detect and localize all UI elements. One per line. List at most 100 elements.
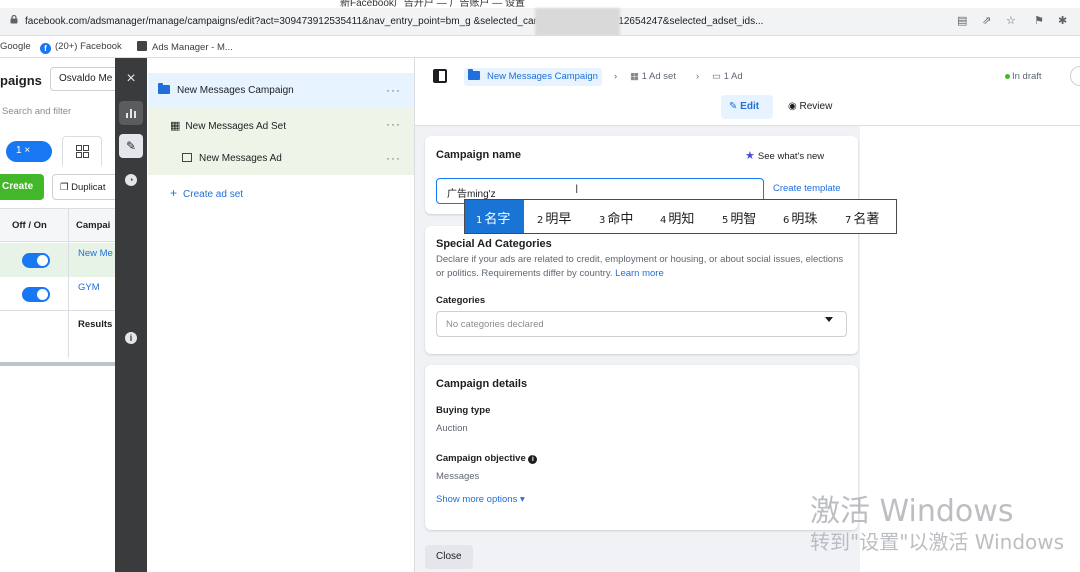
grid-icon: [76, 145, 89, 158]
filter-pill[interactable]: 1 ×: [6, 141, 52, 162]
create-adset-text: Create ad set: [183, 189, 244, 200]
ime-candidate-number: 6: [783, 215, 790, 226]
tree-campaign-label[interactable]: New Messages Campaign: [158, 83, 294, 96]
tab-review[interactable]: ◉ Review: [788, 101, 832, 112]
ime-candidate-number: 4: [660, 215, 667, 226]
pencil-icon[interactable]: ✎: [119, 134, 143, 158]
campaigns-title: paigns: [0, 73, 42, 88]
campaign-objective-value: Messages: [436, 471, 480, 482]
see-whats-new-text: See what's new: [757, 151, 825, 162]
plus-icon: +: [170, 186, 178, 200]
more-icon[interactable]: ···: [386, 151, 401, 165]
folder-icon: [158, 83, 170, 94]
campaign-objective-label: Campaign objective i: [436, 453, 538, 464]
tree-ad-label[interactable]: New Messages Ad: [182, 153, 282, 164]
windows-activation-watermark: 激活 Windows: [810, 494, 1014, 529]
draft-status-dot: [1005, 74, 1010, 79]
star-icon[interactable]: ☆: [1006, 14, 1016, 27]
account-selector[interactable]: Osvaldo Me: [50, 67, 120, 91]
ime-candidate[interactable]: 6 明珠: [783, 208, 817, 227]
close-icon[interactable]: ×: [115, 64, 147, 94]
lock-icon: [10, 15, 18, 24]
info-icon[interactable]: i: [528, 455, 538, 464]
chart-icon[interactable]: [119, 101, 143, 125]
bookmark-google[interactable]: Google: [0, 41, 31, 52]
ime-candidate[interactable]: 2 明早: [537, 208, 571, 227]
bookmark-ads-manager-label: Ads Manager - M...: [152, 42, 233, 53]
ime-candidate-text: 明智: [730, 212, 757, 227]
col-campaign[interactable]: Campai: [76, 220, 110, 231]
see-whats-new-link[interactable]: ★ See what's new: [745, 149, 824, 162]
show-more-options-link[interactable]: Show more options ▾: [436, 494, 525, 505]
special-categories-title: Special Ad Categories: [436, 238, 552, 250]
create-adset-link[interactable]: + Create ad set: [170, 186, 243, 200]
url-text[interactable]: facebook.com/adsmanager/manage/campaigns…: [25, 16, 955, 27]
buying-type-value: Auction: [436, 423, 468, 434]
campaign-link[interactable]: New Me: [78, 248, 113, 259]
ime-candidate[interactable]: 3 命中: [599, 208, 633, 227]
ime-candidate-text: 名著: [853, 212, 880, 227]
tree-campaign-text: New Messages Campaign: [177, 85, 294, 96]
bookmark-facebook-label: (20+) Facebook: [55, 41, 122, 52]
close-button[interactable]: Close: [425, 545, 473, 569]
translate-icon[interactable]: ▤: [957, 14, 967, 27]
campaign-details-title: Campaign details: [436, 378, 528, 390]
chevron-right-icon: ›: [614, 71, 618, 82]
learn-more-link[interactable]: Learn more: [615, 268, 664, 279]
tree-adset-label[interactable]: ▦ New Messages Ad Set: [170, 119, 286, 132]
star-icon: ★: [745, 150, 758, 162]
share-icon[interactable]: ⇗: [982, 14, 991, 27]
chevron-right-icon: ›: [696, 71, 700, 82]
windows-activation-hint: 转到"设置"以激活 Windows: [810, 530, 1065, 554]
breadcrumb-adset[interactable]: ▦ 1 Ad set: [630, 71, 676, 82]
col-onoff[interactable]: Off / On: [12, 220, 47, 231]
ime-candidate[interactable]: 5 明智: [722, 208, 756, 227]
duplicate-label: Duplicat: [71, 182, 106, 193]
ime-candidate-number: 1: [476, 215, 483, 226]
ime-candidate-text: 明知: [668, 212, 695, 227]
ads-manager-icon: [137, 41, 147, 51]
facebook-icon: f: [40, 43, 51, 54]
ime-candidate[interactable]: 7 名著: [845, 208, 879, 227]
ime-candidate-number: 3: [599, 215, 606, 226]
chevron-down-icon[interactable]: [825, 317, 833, 322]
info-icon[interactable]: i: [119, 325, 143, 349]
ime-candidate-text: 明珠: [791, 212, 818, 227]
window-title-strip: 新Facebook广告开户 — 广告账户 — 设置: [0, 0, 1080, 8]
breadcrumb-campaign[interactable]: New Messages Campaign: [464, 68, 602, 86]
grid-icon: ▦: [170, 120, 181, 132]
panel-toggle-icon[interactable]: [433, 69, 447, 83]
campaign-link[interactable]: GYM: [78, 282, 100, 293]
campaign-toggle[interactable]: [22, 253, 50, 268]
bookmark-ads-manager[interactable]: Ads Manager - M...: [137, 41, 233, 53]
puzzle-icon[interactable]: ✱: [1058, 14, 1067, 27]
ime-candidate-text: 命中: [607, 212, 634, 227]
tab-edit[interactable]: ✎ Edit: [721, 95, 773, 119]
ime-candidate-text: 名字: [484, 212, 511, 227]
extension-icon[interactable]: ⚑: [1034, 14, 1044, 27]
search-filter-input[interactable]: Search and filter: [2, 106, 71, 117]
campaign-toggle[interactable]: [22, 287, 50, 302]
adsets-tab[interactable]: [62, 136, 102, 166]
column-divider: [68, 208, 69, 358]
bookmark-facebook[interactable]: f (20+) Facebook: [40, 41, 122, 54]
duplicate-button[interactable]: ❐ Duplicat: [52, 174, 122, 200]
more-icon[interactable]: ···: [386, 117, 401, 131]
clock-icon[interactable]: ◔: [119, 167, 143, 191]
special-categories-description: Declare if your ads are related to credi…: [436, 253, 846, 281]
more-icon[interactable]: ···: [386, 83, 401, 97]
create-button[interactable]: Create: [0, 174, 44, 200]
horizontal-scrollbar[interactable]: [0, 362, 115, 366]
ime-candidate[interactable]: 4 明知: [660, 208, 694, 227]
eye-icon: ◉: [788, 101, 800, 112]
breadcrumb-ad[interactable]: ▭ 1 Ad: [712, 71, 743, 82]
ime-candidate-number: 2: [537, 215, 544, 226]
categories-label: Categories: [436, 295, 486, 306]
campaign-name-label: Campaign name: [436, 149, 521, 161]
tree-ad-text: New Messages Ad: [199, 153, 282, 164]
ime-candidate[interactable]: 1 名字: [476, 208, 510, 227]
tree-adset-text: New Messages Ad Set: [185, 121, 287, 132]
window-title: 新Facebook广告开户 — 广告账户 — 设置: [340, 0, 526, 8]
categories-select[interactable]: No categories declared: [436, 311, 847, 337]
create-template-link[interactable]: Create template: [773, 183, 841, 194]
